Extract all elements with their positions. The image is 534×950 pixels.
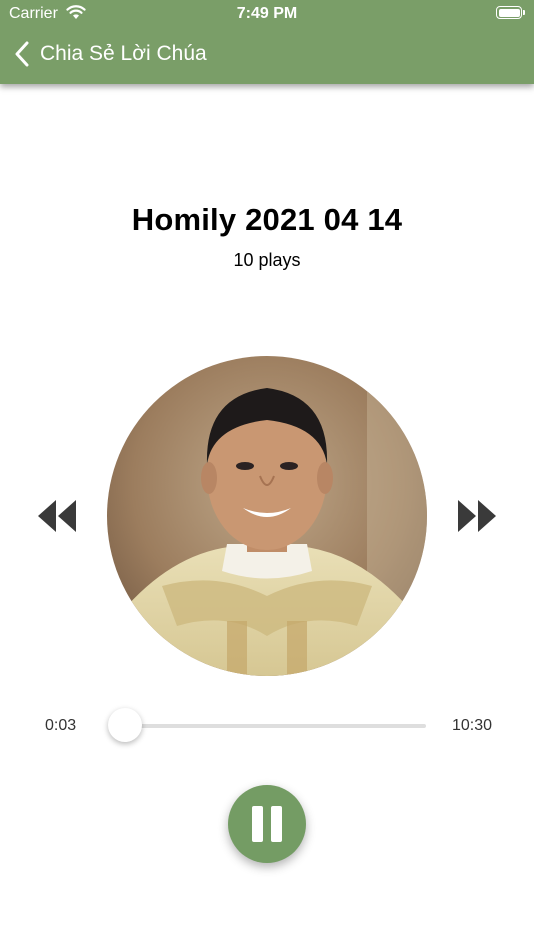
duration: 10:30 (452, 717, 493, 734)
seek-thumb[interactable] (107, 708, 142, 742)
pause-icon (252, 806, 282, 842)
app-header: Carrier 7:49 PM Chia Sẻ Lời Chúa (0, 0, 534, 84)
track-title: Homily 2021 04 14 (131, 202, 403, 237)
battery-icon (496, 6, 525, 19)
speaker-photo (107, 356, 427, 676)
chevron-left-icon (15, 41, 29, 67)
play-count: 10 plays (233, 250, 301, 270)
current-time: 0:03 (45, 717, 77, 734)
fast-forward-icon[interactable] (456, 498, 498, 534)
rewind-icon[interactable] (36, 498, 78, 534)
nav-bar: Chia Sẻ Lời Chúa (0, 36, 534, 72)
status-time: 7:49 PM (236, 5, 298, 22)
seek-bar[interactable] (107, 708, 426, 742)
status-bar: Carrier 7:49 PM (0, 0, 534, 28)
nav-title: Chia Sẻ Lời Chúa (40, 42, 207, 65)
pause-button[interactable] (228, 785, 306, 863)
back-button[interactable]: Chia Sẻ Lời Chúa (14, 36, 207, 72)
